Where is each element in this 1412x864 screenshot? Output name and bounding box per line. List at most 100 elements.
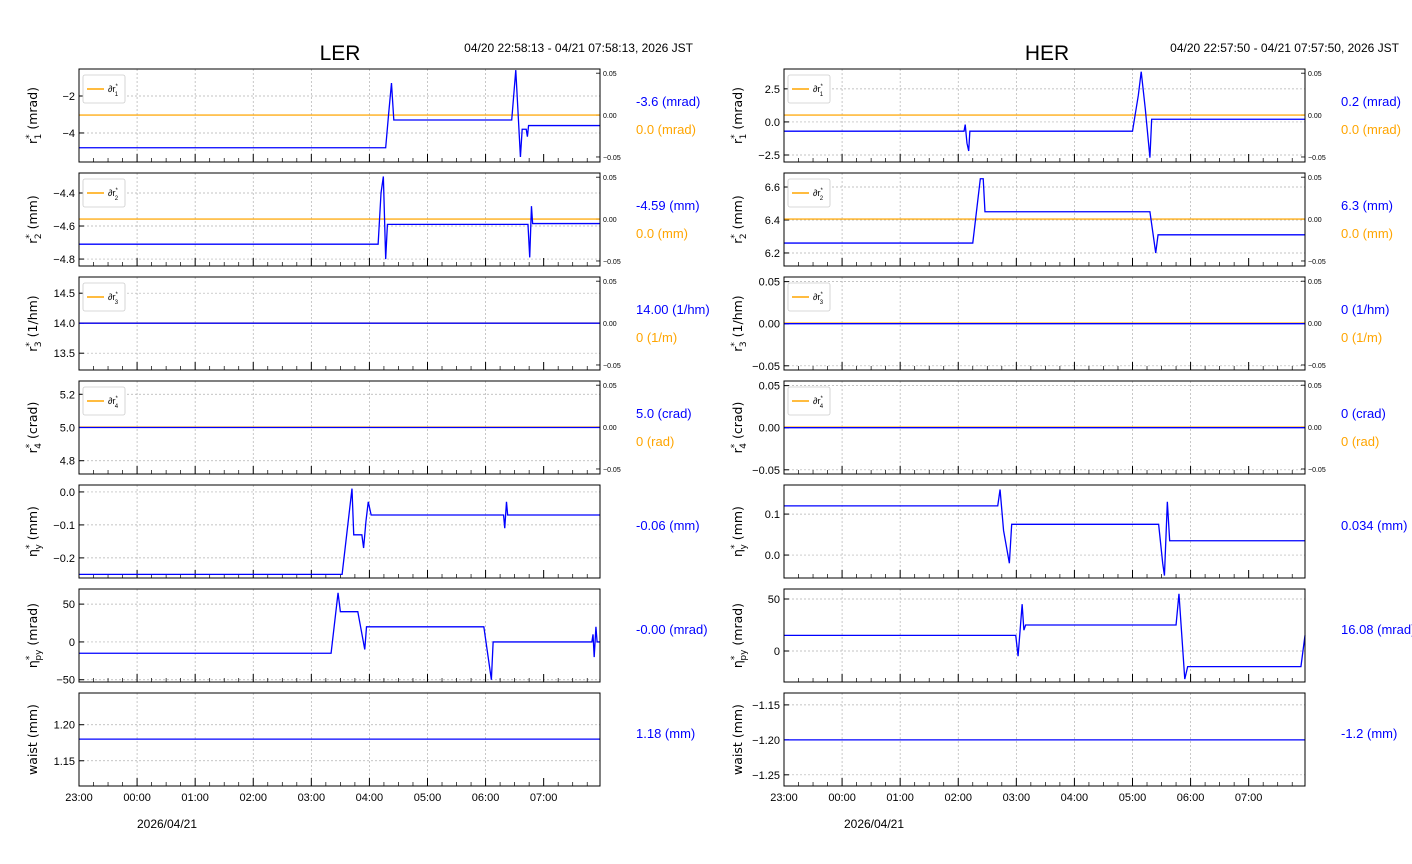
y-axis-label: η*y (mm) — [25, 506, 44, 557]
current-value-label: 1.18 (mm) — [636, 726, 695, 741]
y-label-unit: (mm) — [730, 506, 745, 540]
her-x-tick-label: 02:00 — [944, 792, 972, 804]
y-tick-label: −4.6 — [53, 221, 75, 233]
y-axis-label: waist (mm) — [25, 704, 40, 775]
y-tick-label: 0.05 — [759, 381, 780, 393]
y-tick-label: 50 — [768, 594, 780, 606]
y-label-subscript: py — [34, 649, 44, 661]
current-value-label: 0.034 (mm) — [1341, 518, 1407, 533]
y-label-subscript: py — [739, 649, 749, 661]
y-axis-label: r*1 (mrad) — [730, 87, 749, 144]
ler-panel-5: −0.2 −0.1 0.0 η*y (mm) -0.06 (mm) — [25, 484, 700, 579]
current-value-label: 0 (crad) — [1341, 406, 1386, 421]
right-y-tick-label: 0.00 — [1308, 113, 1322, 120]
y-axis-label: r*3 (1/hm) — [730, 295, 749, 351]
right-y-tick-label: 0.00 — [1308, 321, 1322, 328]
y-tick-label: −4.4 — [53, 188, 75, 200]
y-tick-label: 0.00 — [759, 319, 780, 331]
current-value-label: -0.06 (mm) — [636, 518, 700, 533]
y-tick-label: 5.0 — [60, 423, 75, 435]
ler-x-tick-label: 07:00 — [530, 792, 558, 804]
legend: ∂r* 1 — [787, 74, 831, 104]
figure: LER 04/20 22:58:13 - 04/21 07:58:13, 202… — [25, 41, 1412, 831]
y-label-symbol: waist — [730, 742, 745, 775]
her-panel-1: −2.5 0.0 2.5 −0.05 0.00 0.05 ∂r* 1 r*1 (mrad) 0.2… — [730, 68, 1401, 163]
y-tick-label: −0.05 — [752, 465, 780, 477]
y-axis-label: η*y (mm) — [730, 506, 749, 557]
y-axis-label: r*2 (mm) — [25, 195, 44, 243]
y-label-unit: (mm) — [730, 704, 745, 738]
y-tick-label: 6.4 — [765, 215, 780, 227]
right-y-tick-label: 0.00 — [1308, 425, 1322, 432]
her-x-tick-label: 04:00 — [1061, 792, 1089, 804]
y-axis-label: r*3 (1/hm) — [25, 295, 44, 351]
right-y-tick-label: 0.00 — [603, 321, 617, 328]
ler-x-tick-label: 00:00 — [123, 792, 151, 804]
right-y-tick-label: −0.05 — [1308, 155, 1326, 162]
her-x-tick-label: 23:00 — [770, 792, 798, 804]
y-tick-label: −1.20 — [752, 735, 780, 747]
her-x-tick-label: 00:00 — [828, 792, 856, 804]
legend: ∂r* 3 — [82, 282, 126, 312]
y-tick-label: 13.5 — [54, 348, 75, 360]
current-value-label: -1.2 (mm) — [1341, 726, 1397, 741]
y-label-unit: (mrad) — [730, 87, 745, 130]
right-y-tick-label: 0.00 — [1308, 217, 1322, 224]
ler-panel-4: 4.8 5.0 5.2 −0.05 0.00 0.05 ∂r* 4 r*4 (crad) 5.0 … — [25, 380, 692, 475]
current-value-label: 16.08 (mrad) — [1341, 622, 1412, 637]
her-x-tick-label: 07:00 — [1235, 792, 1263, 804]
legend: ∂r* 2 — [787, 178, 831, 208]
y-axis-label: r*2 (mm) — [730, 195, 749, 243]
y-tick-label: −2 — [62, 91, 75, 103]
y-axis-label: r*4 (crad) — [730, 402, 749, 454]
current-value-label: 0 (1/hm) — [1341, 302, 1389, 317]
ler-x-tick-label: 01:00 — [181, 792, 209, 804]
y-tick-label: 0 — [774, 646, 780, 658]
y-tick-label: −0.1 — [53, 520, 75, 532]
y-tick-label: −4 — [62, 128, 75, 140]
her-time-range: 04/20 22:57:50 - 04/21 07:57:50, 2026 JS… — [1170, 41, 1400, 55]
ler-x-tick-label: 02:00 — [239, 792, 267, 804]
ler-panel-3: 13.5 14.0 14.5 −0.05 0.00 0.05 ∂r* 3 r*3 (1/hm) 1… — [25, 276, 710, 371]
current-value-label: -4.59 (mm) — [636, 198, 700, 213]
y-tick-label: 1.15 — [54, 756, 75, 768]
right-y-tick-label: 0.05 — [603, 71, 617, 78]
right-y-tick-label: 0.05 — [1308, 279, 1322, 286]
right-y-tick-label: −0.05 — [1308, 467, 1326, 474]
y-tick-label: 0 — [69, 637, 75, 649]
her-panel-2: 6.2 6.4 6.6 −0.05 0.00 0.05 ∂r* 2 r*2 (mm) 6.3 (m… — [730, 172, 1393, 267]
right-y-tick-label: 0.00 — [603, 425, 617, 432]
y-label-unit: (mrad) — [730, 603, 745, 646]
current-value-label: 6.3 (mm) — [1341, 198, 1393, 213]
legend: ∂r* 2 — [82, 178, 126, 208]
right-y-tick-label: 0.05 — [603, 383, 617, 390]
right-y-tick-label: 0.05 — [603, 279, 617, 286]
right-y-tick-label: −0.05 — [603, 155, 621, 162]
y-label-unit: (mm) — [25, 704, 40, 738]
y-axis-label: η*py (mrad) — [730, 603, 749, 668]
y-tick-label: 0.05 — [759, 277, 780, 289]
y-label-unit: (1/hm) — [730, 295, 745, 337]
ler-x-tick-label: 06:00 — [472, 792, 500, 804]
series-line — [79, 592, 600, 680]
series-line — [79, 488, 600, 576]
y-tick-label: 2.5 — [765, 84, 780, 96]
y-tick-label: 0.00 — [759, 423, 780, 435]
y-tick-label: −0.2 — [53, 553, 75, 565]
y-axis-label: r*1 (mrad) — [25, 87, 44, 144]
y-tick-label: 0.0 — [60, 487, 75, 499]
ler-x-tick-label: 03:00 — [298, 792, 326, 804]
ler-panel-1: −4 −2 −0.05 0.00 0.05 ∂r* 1 r*1 (mrad) -3.6 (mra… — [25, 68, 700, 163]
her-panel-7: −1.25 −1.20 −1.15 waist (mm) -1.2 (mm) — [730, 692, 1397, 787]
ler-panel-7: 1.15 1.20 waist (mm) 1.18 (mm) — [25, 692, 695, 787]
right-y-tick-label: 0.00 — [603, 113, 617, 120]
reference-value-label: 0.0 (mrad) — [636, 122, 696, 137]
ler-x-tick-label: 04:00 — [356, 792, 384, 804]
series-line — [79, 176, 600, 260]
right-y-tick-label: 0.05 — [1308, 71, 1322, 78]
right-y-tick-label: 0.05 — [1308, 175, 1322, 182]
y-tick-label: 14.5 — [54, 288, 75, 300]
current-value-label: 5.0 (crad) — [636, 406, 692, 421]
y-tick-label: 0.0 — [765, 117, 780, 129]
reference-value-label: 0 (1/m) — [636, 330, 677, 345]
